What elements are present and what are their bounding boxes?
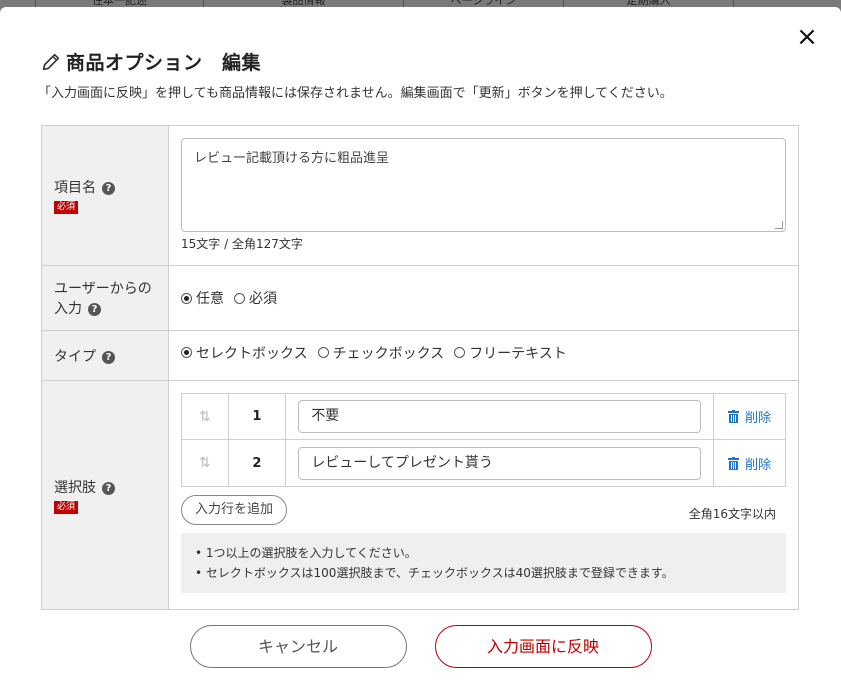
cancel-button[interactable]: キャンセル	[189, 625, 407, 668]
type-content: セレクトボックス チェックボックス フリーテキスト	[169, 331, 798, 380]
required-badge: 必須	[54, 500, 78, 514]
item-name-row: 項目名? 必須 レビュー記載頂ける方に粗品進呈 15文字 / 全角127文字	[42, 126, 798, 266]
help-icon[interactable]: ?	[102, 182, 115, 195]
choices-label-cell: 選択肢? 必須	[42, 381, 169, 609]
note-line: • 1つ以上の選択肢を入力してください。	[195, 546, 417, 560]
required-badge: 必須	[54, 201, 78, 214]
item-name-content: レビュー記載頂ける方に粗品進呈 15文字 / 全角127文字	[169, 126, 798, 265]
radio-select-box-label: セレクトボックス	[196, 345, 308, 362]
char-count: 15文字 / 全角127文字	[181, 237, 303, 251]
item-name-value: レビュー記載頂ける方に粗品進呈	[194, 151, 390, 166]
help-icon[interactable]: ?	[102, 350, 115, 364]
choices-note-box: • 1つ以上の選択肢を入力してください。 • セレクトボックスは100選択肢まで…	[181, 533, 786, 593]
choice-input-cell: 不要	[286, 394, 715, 439]
radio-unchecked-icon[interactable]	[234, 292, 245, 304]
item-name-label-cell: 項目名? 必須	[42, 126, 169, 265]
modal-title: 商品オプション 編集	[66, 52, 262, 74]
choices-content: ⇅ 1 不要 削除 ⇅ 2 レビューしてプレゼント貰う 削除 入力行を追加 全角…	[169, 381, 798, 609]
user-input-label-cell: ユーザーからの 入力?	[42, 266, 169, 330]
choices-row: 選択肢? 必須 ⇅ 1 不要 削除 ⇅ 2 レビューしてプレゼント貰う 削除 入…	[42, 381, 798, 609]
delete-label: 削除	[745, 411, 772, 426]
radio-unchecked-icon[interactable]	[454, 347, 466, 358]
radio-optional-label: 任意	[196, 291, 224, 307]
close-button[interactable]: ×	[795, 24, 819, 50]
choice-number: 1	[229, 394, 287, 439]
trash-icon	[728, 410, 740, 423]
modal-footer: キャンセル 入力画面に反映	[0, 625, 841, 668]
choice-row: ⇅ 2 レビューしてプレゼント貰う 削除	[182, 440, 785, 486]
choices-table: ⇅ 1 不要 削除 ⇅ 2 レビューしてプレゼント貰う 削除	[181, 393, 786, 487]
radio-required[interactable]: 必須	[234, 288, 277, 308]
delete-choice-button[interactable]: 削除	[714, 394, 785, 439]
add-row-button[interactable]: 入力行を追加	[181, 495, 288, 525]
help-icon[interactable]: ?	[102, 481, 115, 495]
resize-grip-icon[interactable]	[775, 221, 783, 229]
help-icon[interactable]: ?	[88, 303, 101, 316]
note-line: • セレクトボックスは100選択肢まで、チェックボックスは40選択肢まで登録でき…	[195, 566, 674, 580]
choice-number: 2	[229, 440, 287, 486]
user-input-radio-group: 任意 必須	[181, 266, 786, 330]
trash-icon	[728, 456, 740, 470]
drag-handle-icon[interactable]: ⇅	[182, 440, 229, 486]
radio-optional[interactable]: 任意	[181, 288, 224, 308]
pencil-icon	[42, 53, 60, 70]
user-input-label-line1: ユーザーからの	[54, 281, 152, 297]
apply-to-input-button[interactable]: 入力画面に反映	[434, 625, 652, 668]
radio-free-text[interactable]: フリーテキスト	[454, 343, 567, 363]
radio-checked-icon[interactable]	[181, 292, 192, 304]
type-radio-group: セレクトボックス チェックボックス フリーテキスト	[181, 328, 786, 377]
item-name-label: 項目名	[54, 180, 96, 196]
option-form: 項目名? 必須 レビュー記載頂ける方に粗品進呈 15文字 / 全角127文字 ユ…	[41, 125, 799, 610]
drag-handle-icon[interactable]: ⇅	[182, 394, 229, 439]
delete-label: 削除	[745, 457, 772, 473]
radio-select-box[interactable]: セレクトボックス	[181, 343, 308, 363]
type-label: タイプ	[54, 348, 96, 365]
edit-option-modal: × 商品オプション 編集 「入力画面に反映」を押しても商品情報には保存されません…	[0, 7, 841, 693]
radio-required-label: 必須	[249, 291, 277, 307]
type-label-cell: タイプ?	[42, 331, 169, 380]
choice-input[interactable]: 不要	[298, 400, 702, 433]
user-input-label-line2: 入力	[54, 301, 82, 317]
item-name-textarea[interactable]: レビュー記載頂ける方に粗品進呈	[181, 138, 786, 232]
radio-unchecked-icon[interactable]	[317, 347, 329, 358]
radio-free-text-label: フリーテキスト	[469, 345, 567, 362]
choice-input-cell: レビューしてプレゼント貰う	[286, 440, 715, 486]
user-input-row: ユーザーからの 入力? 任意 必須	[42, 266, 798, 331]
radio-checkbox-label: チェックボックス	[332, 345, 445, 362]
delete-choice-button[interactable]: 削除	[714, 440, 785, 486]
user-input-content: 任意 必須	[169, 266, 798, 330]
choice-input[interactable]: レビューしてプレゼント貰う	[298, 446, 702, 480]
radio-checkbox[interactable]: チェックボックス	[317, 343, 445, 363]
char-limit-text: 全角16文字以内	[688, 506, 776, 521]
choice-row: ⇅ 1 不要 削除	[182, 394, 785, 440]
radio-checked-icon[interactable]	[181, 347, 192, 358]
add-row-line: 入力行を追加 全角16文字以内	[181, 495, 786, 525]
choices-label: 選択肢	[54, 479, 96, 496]
type-row: タイプ? セレクトボックス チェックボックス フリーテキスト	[42, 331, 798, 381]
modal-description: 「入力画面に反映」を押しても商品情報には保存されません。編集画面で「更新」ボタン…	[38, 86, 673, 101]
modal-header: 商品オプション 編集	[40, 48, 261, 75]
